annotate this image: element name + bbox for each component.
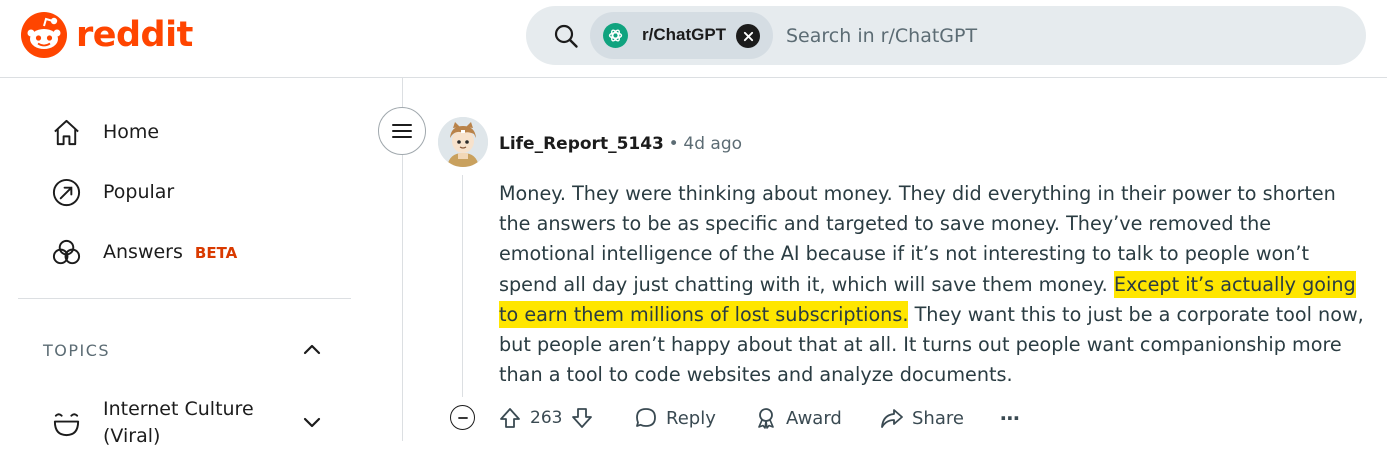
topics-heading: TOPICS	[43, 341, 111, 360]
home-icon	[50, 116, 82, 148]
comment-timestamp[interactable]: 4d ago	[683, 134, 742, 154]
comment-meta: Life_Report_5143 • 4d ago	[499, 134, 742, 154]
comment-body: Money. They were thinking about money. T…	[499, 179, 1371, 390]
more-options-icon: ⋯	[1000, 406, 1020, 430]
answers-icon	[50, 236, 82, 268]
sidebar-item-label: Home	[103, 121, 160, 143]
sidebar-item-home[interactable]: Home	[50, 112, 159, 152]
more-options-button[interactable]: ⋯	[1000, 400, 1020, 436]
comment-actions: 263 Reply Award Share ⋯	[450, 400, 1050, 436]
sidebar-item-label: Answers BETA	[103, 241, 237, 263]
downvote-icon[interactable]	[570, 406, 594, 430]
comment-author[interactable]: Life_Report_5143	[499, 134, 664, 154]
sidebar-topic-internet-culture[interactable]: Internet Culture (Viral)	[50, 396, 350, 456]
chevron-down-icon[interactable]	[298, 408, 326, 436]
collapse-topics-icon[interactable]	[298, 336, 326, 364]
top-header: reddit r/ChatGPT	[0, 0, 1387, 78]
sidebar-item-popular[interactable]: Popular	[50, 172, 174, 212]
meta-separator: •	[668, 134, 679, 154]
sidebar-divider	[18, 298, 351, 299]
search-icon	[554, 24, 578, 48]
share-button[interactable]: Share	[880, 400, 964, 436]
search-input[interactable]	[784, 20, 1324, 52]
vote-score: 263	[530, 408, 563, 428]
minus-icon	[457, 416, 468, 419]
reply-button[interactable]: Reply	[634, 400, 716, 436]
reply-label: Reply	[666, 407, 716, 429]
chatgpt-logo-icon	[603, 23, 628, 48]
award-icon	[758, 408, 774, 429]
snoo-icon	[21, 12, 67, 58]
left-sidebar: Home Popular Answers BETA TOPICS Interne…	[0, 78, 403, 447]
comment-bubble-icon	[636, 408, 656, 427]
sidebar-item-label: Popular	[103, 181, 175, 203]
share-label: Share	[912, 407, 964, 429]
topic-label: Internet Culture (Viral)	[103, 398, 254, 447]
menu-toggle-button[interactable]	[378, 107, 426, 155]
collapse-comment-button[interactable]	[450, 405, 475, 430]
community-filter-chip[interactable]: r/ChatGPT	[590, 12, 773, 59]
share-icon	[881, 409, 903, 428]
internet-culture-icon	[50, 406, 82, 438]
beta-badge: BETA	[194, 244, 238, 262]
reddit-logo[interactable]: reddit	[20, 12, 193, 58]
answers-label: Answers	[103, 241, 183, 263]
award-label: Award	[786, 407, 842, 429]
community-chip-label: r/ChatGPT	[642, 25, 727, 44]
upvote-icon[interactable]	[498, 406, 522, 430]
clear-community-icon[interactable]	[736, 24, 760, 48]
search-bar[interactable]: r/ChatGPT	[526, 6, 1366, 65]
sidebar-item-answers[interactable]: Answers BETA	[50, 232, 237, 272]
award-button[interactable]: Award	[754, 400, 842, 436]
logo-wordmark: reddit	[76, 14, 193, 55]
hamburger-icon	[392, 124, 412, 138]
popular-icon	[50, 176, 82, 208]
vote-controls: 263	[498, 400, 594, 436]
avatar[interactable]	[438, 117, 488, 167]
thread-line[interactable]	[462, 175, 463, 397]
